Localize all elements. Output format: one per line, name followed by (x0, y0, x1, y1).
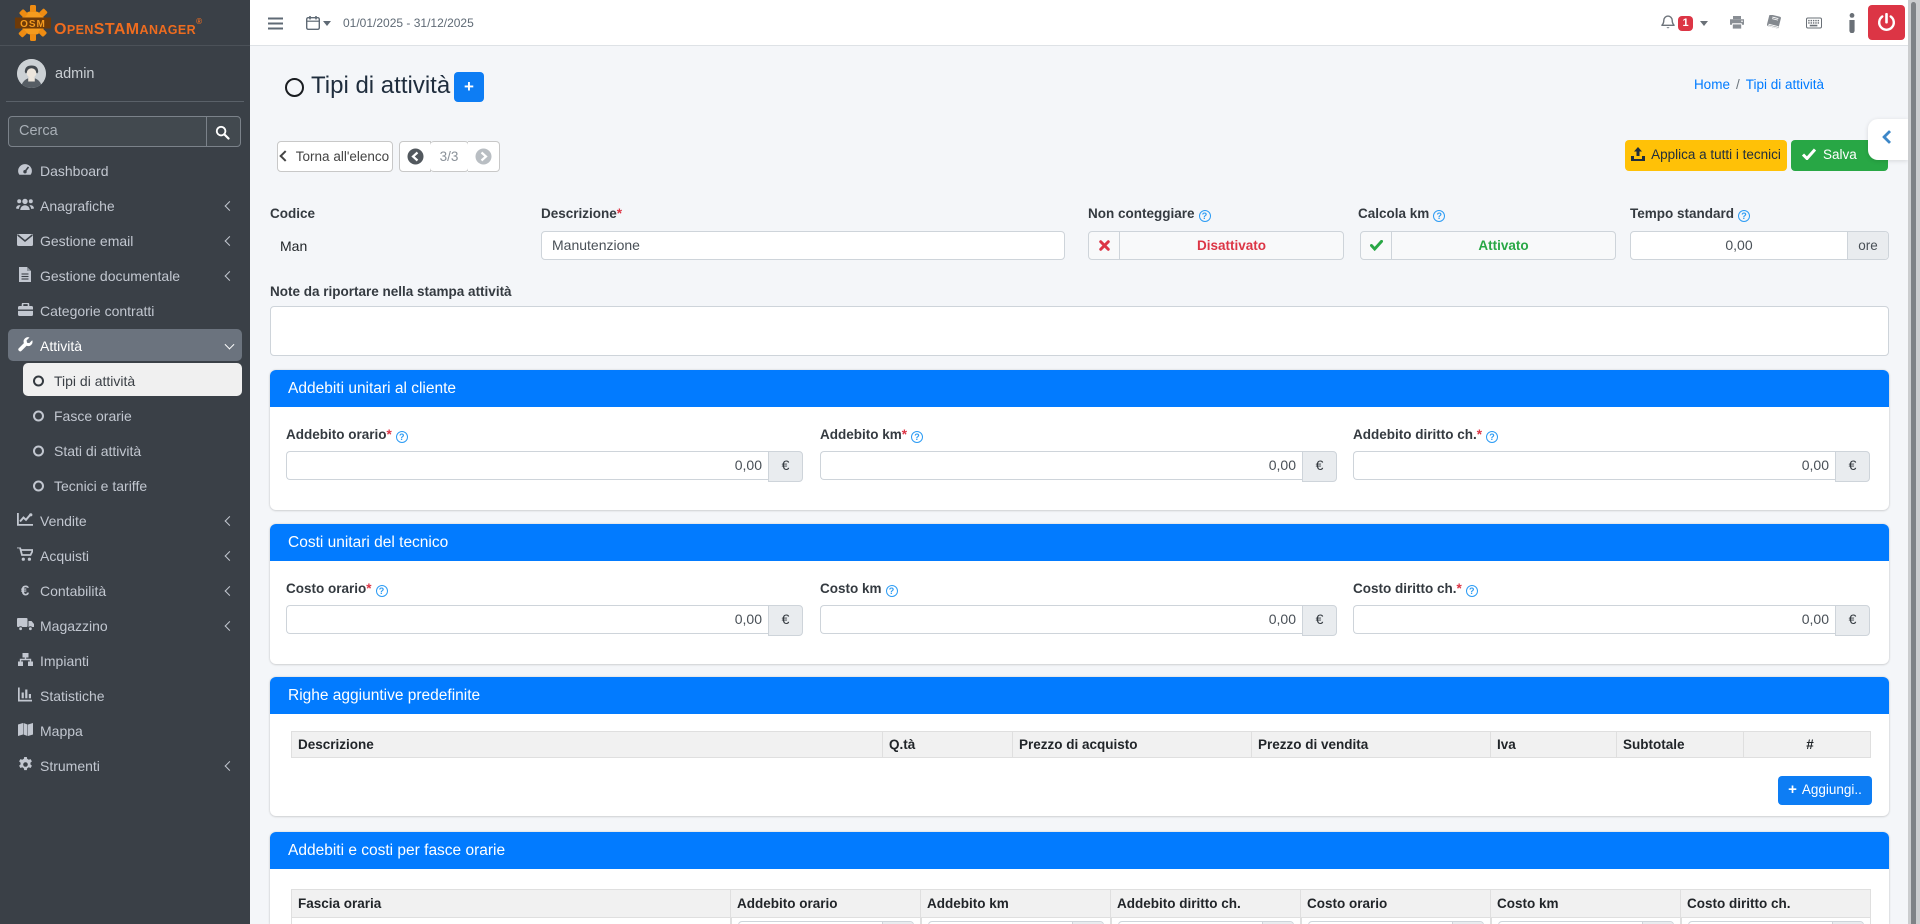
svg-text:OSM: OSM (20, 19, 46, 30)
